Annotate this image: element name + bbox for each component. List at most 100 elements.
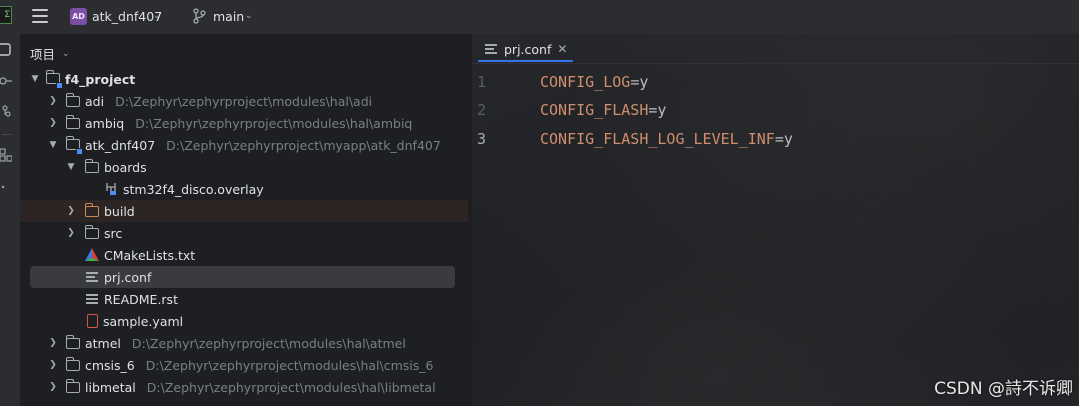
tree-row-cmakelists[interactable]: CMakeLists.txt — [30, 244, 455, 266]
expand-arrow-icon[interactable]: ▼ — [30, 74, 40, 84]
tree-row-prj-conf[interactable]: prj.conf — [30, 266, 455, 288]
tree-path: D:\Zephyr\zephyrproject\modules\hal\atme… — [131, 335, 406, 351]
config-value: y — [639, 73, 649, 91]
watermark: CSDN @詩不诉卿 — [934, 379, 1073, 399]
close-icon[interactable]: ✕ — [557, 42, 567, 56]
folder-icon — [65, 356, 80, 371]
tree-label: README.rst — [104, 291, 178, 307]
plugins-icon[interactable] — [0, 148, 12, 162]
line-number: 2 — [477, 101, 487, 119]
collapse-arrow-icon[interactable]: ❯ — [66, 228, 76, 238]
panel-title: 项目 — [30, 47, 56, 62]
devicetree-file-icon — [106, 183, 116, 195]
config-key: CONFIG_FLASH_LOG_LEVEL_INF — [540, 130, 775, 148]
git-branch-icon[interactable] — [192, 8, 206, 24]
tree-label: prj.conf — [104, 269, 152, 285]
folder-icon — [65, 378, 80, 393]
expand-arrow-icon[interactable]: ▼ — [48, 140, 58, 150]
branch-name[interactable]: main — [213, 9, 244, 24]
tree-path: D:\Zephyr\zephyrproject\myapp\atk_dnf407 — [166, 137, 441, 153]
config-key: CONFIG_FLASH — [540, 101, 649, 119]
tree-label: atmel — [85, 335, 121, 351]
collapse-arrow-icon[interactable]: ❯ — [48, 118, 58, 128]
equals-sign: = — [630, 73, 640, 91]
tree-row-ambiq[interactable]: ❯ ambiq D:\Zephyr\zephyrproject\modules\… — [30, 112, 455, 134]
config-key: CONFIG_LOG — [540, 73, 631, 91]
collapse-arrow-icon[interactable]: ❯ — [48, 382, 58, 392]
config-value: y — [657, 101, 667, 119]
editor-tab-prj-conf[interactable]: prj.conf ✕ — [478, 38, 574, 62]
code-editor[interactable]: prj.conf ✕ 1 CONFIG_LOG=y 2 CONFIG_FLASH… — [472, 34, 1079, 406]
tree-label: build — [104, 203, 135, 219]
folder-icon — [84, 158, 99, 173]
tree-label: cmsis_6 — [85, 357, 135, 373]
project-panel: 项目 ⌄ ▼ f4_project ❯ adi D:\Zephyr\zephyr… — [20, 34, 468, 406]
tree-row-atk-dnf407[interactable]: ▼ atk_dnf407 D:\Zephyr\zephyrproject\mya… — [30, 134, 455, 156]
tree-row-readme[interactable]: README.rst — [30, 288, 455, 310]
tab-label: prj.conf — [504, 41, 552, 57]
tree-row-build[interactable]: ❯ build — [20, 200, 468, 222]
main-menu-icon[interactable] — [32, 9, 48, 23]
tree-row-overlay[interactable]: stm32f4_disco.overlay — [30, 178, 455, 200]
equals-sign: = — [774, 130, 784, 148]
tool-window-strip — [0, 34, 20, 406]
code-line-1[interactable]: 1 CONFIG_LOG=y — [472, 71, 1079, 93]
project-name[interactable]: atk_dnf407 — [92, 9, 162, 24]
text-file-icon — [85, 271, 99, 283]
folder-icon[interactable] — [0, 42, 12, 56]
folder-icon — [65, 334, 80, 349]
chevron-down-icon[interactable]: ⌄ — [62, 49, 70, 59]
text-file-icon — [85, 293, 99, 305]
tree-row-adi[interactable]: ❯ adi D:\Zephyr\zephyrproject\modules\ha… — [30, 90, 455, 112]
tree-row-libmetal[interactable]: ❯ libmetal D:\Zephyr\zephyrproject\modul… — [30, 376, 455, 398]
collapse-arrow-icon[interactable]: ❯ — [48, 96, 58, 106]
tree-row-src[interactable]: ❯ src — [30, 222, 455, 244]
tree-row-atmel[interactable]: ❯ atmel D:\Zephyr\zephyrproject\modules\… — [30, 332, 455, 354]
project-badge[interactable]: AD — [70, 8, 87, 25]
tree-label: ambiq — [85, 115, 125, 131]
module-folder-icon — [45, 69, 63, 89]
chevron-down-icon[interactable]: ⌄ — [245, 11, 253, 21]
config-value: y — [783, 130, 793, 148]
folder-icon — [84, 224, 99, 239]
excluded-folder-icon — [84, 202, 99, 217]
tree-path: D:\Zephyr\zephyrproject\modules\hal\adi — [115, 93, 373, 109]
more-icon[interactable] — [0, 180, 12, 194]
commit-icon[interactable] — [0, 74, 12, 88]
tree-label: boards — [104, 159, 147, 175]
code-line-3[interactable]: 3 CONFIG_FLASH_LOG_LEVEL_INF=y — [472, 128, 1079, 150]
tree-label: atk_dnf407 — [85, 137, 156, 153]
tree-path: D:\Zephyr\zephyrproject\modules\hal\libm… — [146, 379, 436, 395]
text-file-icon — [484, 43, 498, 55]
yaml-file-icon — [87, 314, 98, 328]
tree-label: CMakeLists.txt — [104, 247, 196, 263]
title-bar: Σ AD atk_dnf407 ⌄ main ⌄ — [0, 0, 1079, 34]
collapse-arrow-icon[interactable]: ❯ — [48, 338, 58, 348]
tree-label: adi — [85, 93, 105, 109]
chevron-down-icon[interactable]: ⌄ — [153, 11, 161, 21]
module-folder-icon — [65, 135, 83, 155]
editor-tab-bar: prj.conf ✕ — [472, 34, 1079, 64]
tree-row-cmsis-6[interactable]: ❯ cmsis_6 D:\Zephyr\zephyrproject\module… — [30, 354, 455, 376]
folder-icon — [65, 114, 80, 129]
tree-label: src — [104, 225, 123, 241]
code-line-2[interactable]: 2 CONFIG_FLASH=y — [472, 99, 1079, 121]
folder-icon — [65, 92, 80, 107]
collapse-arrow-icon[interactable]: ❯ — [66, 206, 76, 216]
structure-icon[interactable] — [0, 104, 12, 118]
line-number: 3 — [477, 130, 487, 148]
tree-row-boards[interactable]: ▼ boards — [30, 156, 455, 178]
tree-row-f4-project[interactable]: ▼ f4_project — [30, 68, 455, 90]
toolstrip-divider — [2, 134, 12, 135]
tree-row-sample-yaml[interactable]: sample.yaml — [30, 310, 455, 332]
tree-label: f4_project — [65, 71, 136, 87]
tree-label: libmetal — [85, 379, 136, 395]
app-logo-icon: Σ — [0, 6, 12, 24]
project-panel-header[interactable]: 项目 ⌄ — [30, 44, 70, 63]
tree-path: D:\Zephyr\zephyrproject\modules\hal\ambi… — [135, 115, 413, 131]
tree-label: sample.yaml — [103, 313, 184, 329]
expand-arrow-icon[interactable]: ▼ — [66, 162, 76, 172]
collapse-arrow-icon[interactable]: ❯ — [48, 360, 58, 370]
tree-label: stm32f4_disco.overlay — [123, 181, 264, 197]
cmake-icon — [85, 248, 99, 261]
